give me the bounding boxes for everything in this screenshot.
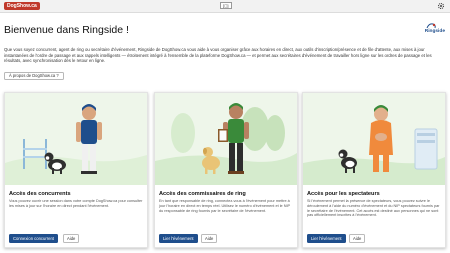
card-title: Accès des concurrents <box>9 191 71 197</box>
competitor-access-card: Accès des concurrents Vous pouvez ouvrir… <box>4 92 148 248</box>
competitor-illustration <box>5 93 147 185</box>
competitor-help-button[interactable]: Aide <box>63 234 80 243</box>
spectator-link-event-button[interactable]: Lier l'événement <box>307 234 346 243</box>
spectator-illustration <box>303 93 445 185</box>
steward-help-button[interactable]: Aide <box>201 234 218 243</box>
ringside-brand: Ringside <box>424 29 445 34</box>
handler-with-dog-illustration <box>5 93 147 185</box>
spectator-access-card: Accès pour les spectateurs Si l'événemen… <box>302 92 446 248</box>
dogshow-logo[interactable]: DogShow.ca <box>4 2 40 10</box>
intro-text: Que vous soyez concurrent, agent de ring… <box>4 47 432 64</box>
card-description: Si l'événement permet la présence de spe… <box>307 199 440 218</box>
top-bar: DogShow.ca [◻] <box>0 0 450 13</box>
spectator-cheering-illustration <box>303 93 445 185</box>
card-title: Accès des commissaires de ring <box>159 191 246 197</box>
top-link-button[interactable]: [◻] <box>220 2 232 9</box>
card-description: En tant que responsable de ring, connect… <box>159 199 290 213</box>
card-title: Accès pour les spectateurs <box>307 191 380 197</box>
steward-link-event-button[interactable]: Lier l'événement <box>159 234 198 243</box>
gear-icon[interactable] <box>437 2 445 10</box>
ring-steward-access-card: Accès des commissaires de ring En tant q… <box>154 92 298 248</box>
steward-with-clipboard-illustration <box>155 93 297 185</box>
ring-steward-illustration <box>155 93 297 185</box>
competitor-login-button[interactable]: Connexion concurrent <box>9 234 58 243</box>
spectator-help-button[interactable]: Aide <box>349 234 366 243</box>
card-description: Vous pouvez ouvrir une session dans votr… <box>9 199 143 208</box>
about-dogshow-button[interactable]: À propos de DogShow.ca ? <box>4 72 64 80</box>
page-title: Bienvenue dans Ringside ! <box>4 24 129 36</box>
